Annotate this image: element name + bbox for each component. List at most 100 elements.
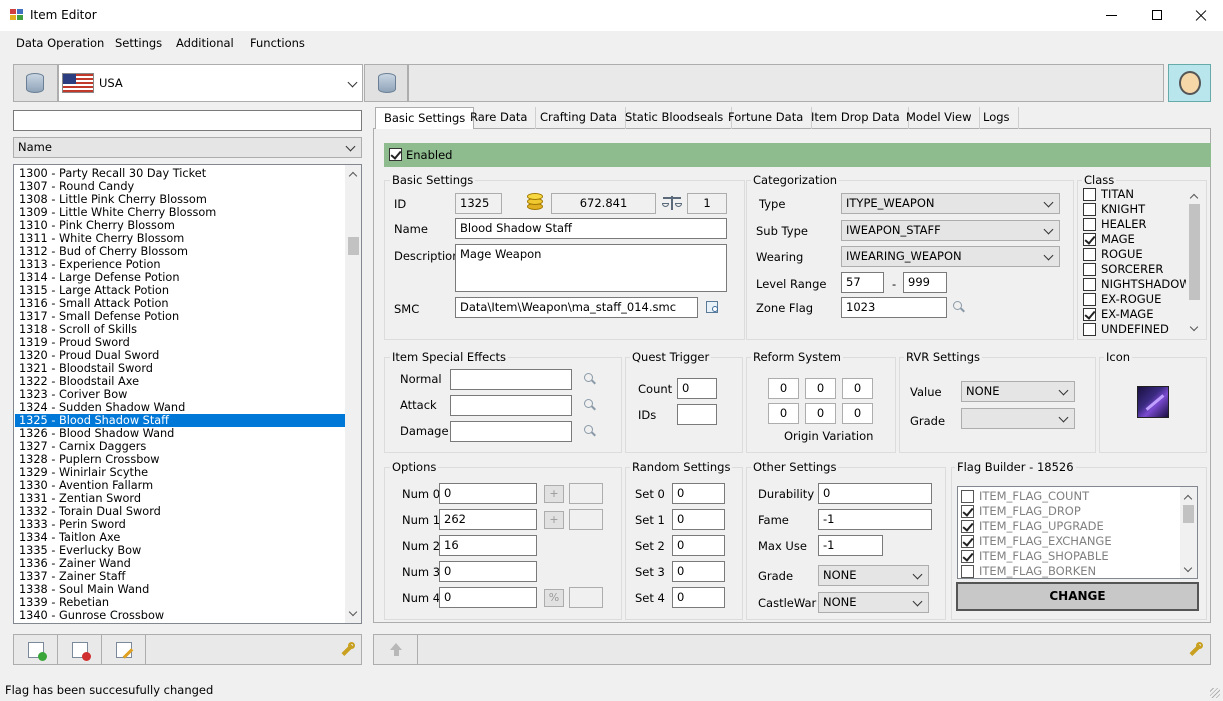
class-checkbox[interactable]	[1083, 233, 1096, 246]
class-option-nightshadow[interactable]: NIGHTSHADOW	[1083, 277, 1191, 292]
flag-scroll-up-icon[interactable]	[1184, 493, 1192, 501]
fame-field[interactable]: -1	[818, 509, 932, 530]
item-list-scrollbar[interactable]	[345, 165, 361, 623]
flag-option[interactable]: ITEM_FLAG_COUNT	[961, 489, 1176, 504]
class-checkbox[interactable]	[1083, 263, 1096, 276]
rvr-value-select[interactable]: NONE	[961, 381, 1075, 402]
set4-field[interactable]: 0	[672, 587, 725, 608]
menu-data-operation[interactable]: Data Operation	[16, 36, 104, 50]
list-item[interactable]: 1313 - Experience Potion	[15, 258, 345, 271]
class-checkbox[interactable]	[1083, 188, 1096, 201]
list-item[interactable]: 1324 - Sudden Shadow Wand	[15, 401, 345, 414]
browse-icon[interactable]	[706, 300, 722, 315]
list-item[interactable]: 1335 - Everlucky Bow	[15, 544, 345, 557]
class-checkbox[interactable]	[1083, 323, 1096, 336]
flag-option[interactable]: ITEM_FLAG_SHOPABLE	[961, 549, 1176, 564]
tab-basic-settings[interactable]: Basic Settings	[375, 107, 475, 129]
change-flags-button[interactable]: CHANGE	[956, 582, 1199, 611]
list-item[interactable]: 1322 - Bloodstail Axe	[15, 375, 345, 388]
zone-search-icon[interactable]	[952, 300, 966, 314]
class-checkbox[interactable]	[1083, 308, 1096, 321]
flag-option[interactable]: ITEM_FLAG_DROP	[961, 504, 1176, 519]
database-add-button[interactable]	[364, 64, 408, 102]
reform-field-5[interactable]: 0	[842, 403, 873, 424]
list-item[interactable]: 1317 - Small Defense Potion	[15, 310, 345, 323]
list-item[interactable]: 1333 - Perin Sword	[15, 518, 345, 531]
menu-additional[interactable]: Additional	[176, 36, 234, 50]
list-item[interactable]: 1311 - White Cherry Blossom	[15, 232, 345, 245]
num1-field[interactable]: 262	[439, 509, 537, 530]
list-item[interactable]: 1315 - Large Attack Potion	[15, 284, 345, 297]
minimize-button[interactable]	[1090, 0, 1134, 31]
user-avatar-button[interactable]	[1168, 64, 1211, 102]
class-option-undefined[interactable]: UNDEFINED	[1083, 322, 1188, 337]
castlewar-select[interactable]: NONE	[818, 592, 929, 613]
tab-model-view[interactable]: Model View	[898, 107, 981, 129]
name-field[interactable]: Blood Shadow Staff	[455, 218, 727, 239]
num0-field[interactable]: 0	[439, 483, 537, 504]
smc-field[interactable]: Data\Item\Weapon\ma_staff_014.smc	[455, 297, 698, 318]
class-option-sorcerer[interactable]: SORCERER	[1083, 262, 1188, 277]
tab-logs[interactable]: Logs	[975, 107, 1019, 129]
class-checkbox[interactable]	[1083, 248, 1096, 261]
num2-field[interactable]: 16	[439, 535, 537, 556]
weight-field[interactable]: 1	[687, 193, 727, 214]
reform-field-0[interactable]: 0	[768, 378, 799, 399]
list-item[interactable]: 1314 - Large Defense Potion	[15, 271, 345, 284]
database-download-button[interactable]	[13, 64, 58, 102]
level-max-field[interactable]: 999	[903, 272, 947, 293]
grade-select[interactable]: NONE	[818, 565, 929, 586]
item-list[interactable]: 1300 - Party Recall 30 Day Ticket 1307 - …	[13, 164, 362, 624]
class-option-knight[interactable]: KNIGHT	[1083, 202, 1188, 217]
class-option-titan[interactable]: TITAN	[1083, 187, 1188, 202]
class-list[interactable]: TITAN KNIGHT HEALER MAGE ROGUE SORCERER NIGHTS…	[1080, 186, 1204, 338]
list-item[interactable]: 1325 - Blood Shadow Staff	[15, 414, 345, 427]
normal-field[interactable]	[450, 369, 572, 390]
flag-scroll-down-icon[interactable]	[1184, 565, 1192, 573]
list-item[interactable]: 1307 - Round Candy	[15, 180, 345, 193]
list-item[interactable]: 1310 - Pink Cherry Blossom	[15, 219, 345, 232]
list-item[interactable]: 1321 - Bloodstail Sword	[15, 362, 345, 375]
num1-extra-field[interactable]	[569, 509, 603, 530]
flag-checkbox[interactable]	[961, 520, 974, 533]
num3-field[interactable]: 0	[439, 561, 537, 582]
subtype-select[interactable]: IWEAPON_STAFF	[841, 220, 1060, 241]
class-checkbox[interactable]	[1083, 293, 1096, 306]
delete-item-button[interactable]	[58, 635, 102, 664]
list-item[interactable]: 1339 - Rebetian	[15, 596, 345, 609]
list-item[interactable]: 1328 - Puplern Crossbow	[15, 453, 345, 466]
list-item[interactable]: 1312 - Bud of Cherry Blossom	[15, 245, 345, 258]
list-item[interactable]: 1340 - Gunrose Crossbow	[15, 609, 345, 622]
edit-item-button[interactable]	[102, 635, 146, 664]
num0-plus-button[interactable]: +	[544, 485, 564, 503]
class-scroll-thumb[interactable]	[1189, 204, 1200, 300]
description-field[interactable]: Mage Weapon	[455, 244, 727, 292]
list-item[interactable]: 1316 - Small Attack Potion	[15, 297, 345, 310]
tab-fortune-data[interactable]: Fortune Data	[720, 107, 813, 129]
normal-search-icon[interactable]	[583, 372, 597, 386]
flag-checkbox[interactable]	[961, 535, 974, 548]
sort-select[interactable]: Name	[13, 137, 362, 158]
list-item[interactable]: 1308 - Little Pink Cherry Blossom	[15, 193, 345, 206]
add-item-button[interactable]	[14, 635, 58, 664]
flag-checkbox[interactable]	[961, 505, 974, 518]
list-item[interactable]: 1300 - Party Recall 30 Day Ticket	[15, 167, 345, 180]
flag-scroll-thumb[interactable]	[1183, 505, 1194, 523]
class-checkbox[interactable]	[1083, 218, 1096, 231]
class-option-ex-rogue[interactable]: EX-ROGUE	[1083, 292, 1188, 307]
list-item[interactable]: 1334 - Taitlon Axe	[15, 531, 345, 544]
reform-field-2[interactable]: 0	[842, 378, 873, 399]
id-field[interactable]: 1325	[455, 193, 502, 214]
list-item[interactable]: 1331 - Zentian Sword	[15, 492, 345, 505]
close-button[interactable]	[1180, 0, 1223, 31]
reform-field-4[interactable]: 0	[805, 403, 836, 424]
class-checkbox[interactable]	[1083, 203, 1096, 216]
wearing-select[interactable]: IWEARING_WEAPON	[841, 246, 1060, 267]
flag-list[interactable]: ITEM_FLAG_COUNT ITEM_FLAG_DROP ITEM_FLAG_U…	[957, 486, 1198, 579]
set1-field[interactable]: 0	[672, 509, 725, 530]
max-use-field[interactable]: -1	[818, 535, 883, 556]
durability-field[interactable]: 0	[818, 483, 932, 504]
search-input[interactable]	[13, 110, 362, 131]
num4-extra-field[interactable]	[569, 587, 603, 608]
zone-flag-field[interactable]: 1023	[841, 297, 947, 318]
